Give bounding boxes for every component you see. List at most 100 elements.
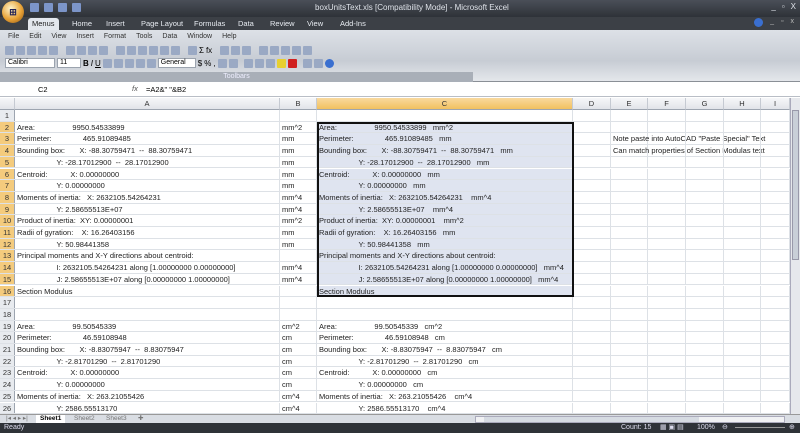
cell-b15[interactable]: mm^4 [280,273,317,285]
bold-button[interactable]: B [83,59,89,68]
cell-h10[interactable] [724,215,761,226]
cell-g2[interactable] [686,121,724,133]
cell-b9[interactable]: mm^4 [280,203,317,215]
cell-e12[interactable] [611,238,648,250]
cell-b20[interactable]: cm [280,332,317,343]
cell-h25[interactable] [724,390,761,402]
insert-sheet-icon[interactable]: ✚ [134,415,147,423]
styles-icon[interactable] [302,58,312,68]
cell-h17[interactable] [724,297,761,308]
cell-b24[interactable]: cm [280,379,317,390]
insert-function-icon[interactable]: fx [132,84,138,93]
cell-h2[interactable] [724,121,761,133]
borders-icon[interactable] [265,58,275,68]
cell-f1[interactable] [648,110,686,121]
cell-d21[interactable] [573,344,611,355]
cell-b10[interactable]: mm^2 [280,215,317,226]
cell-a22[interactable]: Y: -2.81701290 -- 2.81701290 [15,355,280,367]
cell-e13[interactable] [611,250,648,262]
cell-e14[interactable] [611,262,648,273]
cell-h5[interactable] [724,156,761,168]
cell-i4[interactable] [761,145,790,156]
sheet-nav-buttons[interactable]: |◂ ◂ ▸ ▸| [2,415,32,423]
cell-i19[interactable] [761,320,790,332]
cell-a20[interactable]: Perimeter: 46.59108948 [15,332,280,343]
cell-e1[interactable] [611,110,648,121]
cell-b16[interactable] [280,285,317,297]
cell-g14[interactable] [686,262,724,273]
cell-i21[interactable] [761,344,790,355]
decrease-decimal-icon[interactable] [228,58,238,68]
cell-g20[interactable] [686,332,724,343]
cell-h12[interactable] [724,238,761,250]
cut-icon[interactable] [116,46,125,55]
cell-b23[interactable]: cm [280,367,317,379]
cell-d2[interactable] [573,121,611,133]
cell-c20[interactable]: Perimeter: 46.59108948 cm [317,332,573,343]
cell-d17[interactable] [573,297,611,308]
cell-f18[interactable] [648,308,686,320]
cell-d24[interactable] [573,379,611,390]
underline-button[interactable]: U [95,59,101,68]
sheet-tab-sheet1[interactable]: Sheet1 [36,415,66,423]
column-header-c[interactable]: C [317,98,573,110]
menu-insert[interactable]: Insert [76,33,94,40]
cell-i14[interactable] [761,262,790,273]
cell-e16[interactable] [611,285,648,297]
cell-a9[interactable]: Y: 2.58655513E+07 [15,203,280,215]
column-header-b[interactable]: B [280,98,317,110]
tab-view[interactable]: View [303,18,327,30]
cell-h26[interactable] [724,402,761,414]
cell-f11[interactable] [648,227,686,238]
restore-button[interactable]: ▫ [782,2,785,11]
help-icon[interactable] [754,18,764,27]
cell-i20[interactable] [761,332,790,343]
cell-e2[interactable] [611,121,648,133]
cell-b2[interactable]: mm^2 [280,121,317,133]
row-header[interactable]: 10 [0,215,15,226]
row-header[interactable]: 21 [0,344,15,355]
cell-e26[interactable] [611,402,648,414]
select-all-button[interactable] [0,98,15,110]
cell-b7[interactable]: mm [280,180,317,191]
row-header[interactable]: 6 [0,168,15,180]
format-painter-icon[interactable] [149,46,158,55]
column-header-d[interactable]: D [573,98,611,110]
cell-d6[interactable] [573,168,611,180]
row-header[interactable]: 5 [0,156,15,168]
tab-formulas[interactable]: Formulas [190,18,229,30]
column-header-h[interactable]: H [724,98,761,110]
cell-c25[interactable]: Moments of inertia: X: 263.21055426 cm^4 [317,390,573,402]
tab-menus[interactable]: Menus [28,18,59,30]
paste-icon[interactable] [138,46,147,55]
cell-d5[interactable] [573,156,611,168]
comma-button[interactable]: , [213,59,215,68]
cell-b14[interactable]: mm^4 [280,262,317,273]
cell-b21[interactable]: cm [280,344,317,355]
cell-d8[interactable] [573,191,611,203]
vertical-scroll-thumb[interactable] [792,110,799,260]
row-header[interactable]: 19 [0,320,15,332]
research-icon[interactable] [99,46,108,55]
row-header[interactable]: 26 [0,402,15,414]
cell-g22[interactable] [686,355,724,367]
cell-d9[interactable] [573,203,611,215]
cell-e15[interactable] [611,273,648,285]
horizontal-scrollbar[interactable] [475,416,785,423]
cell-a26[interactable]: Y: 2586.55513170 [15,402,280,414]
cell-c5[interactable]: Y: -28.17012900 -- 28.17012900 mm [317,156,573,168]
cell-b1[interactable] [280,110,317,121]
cell-a2[interactable]: Area: 9950.54533899 [15,121,280,133]
cell-d18[interactable] [573,308,611,320]
cell-d4[interactable] [573,145,611,156]
cell-i9[interactable] [761,203,790,215]
tab-data[interactable]: Data [234,18,258,30]
undo-icon[interactable] [160,46,169,55]
ribbon-close-button[interactable]: x [791,18,795,27]
cell-f19[interactable] [648,320,686,332]
cell-h13[interactable] [724,250,761,262]
cell-h8[interactable] [724,191,761,203]
column-header-g[interactable]: G [686,98,724,110]
cell-h4[interactable] [724,145,761,156]
cell-f25[interactable] [648,390,686,402]
